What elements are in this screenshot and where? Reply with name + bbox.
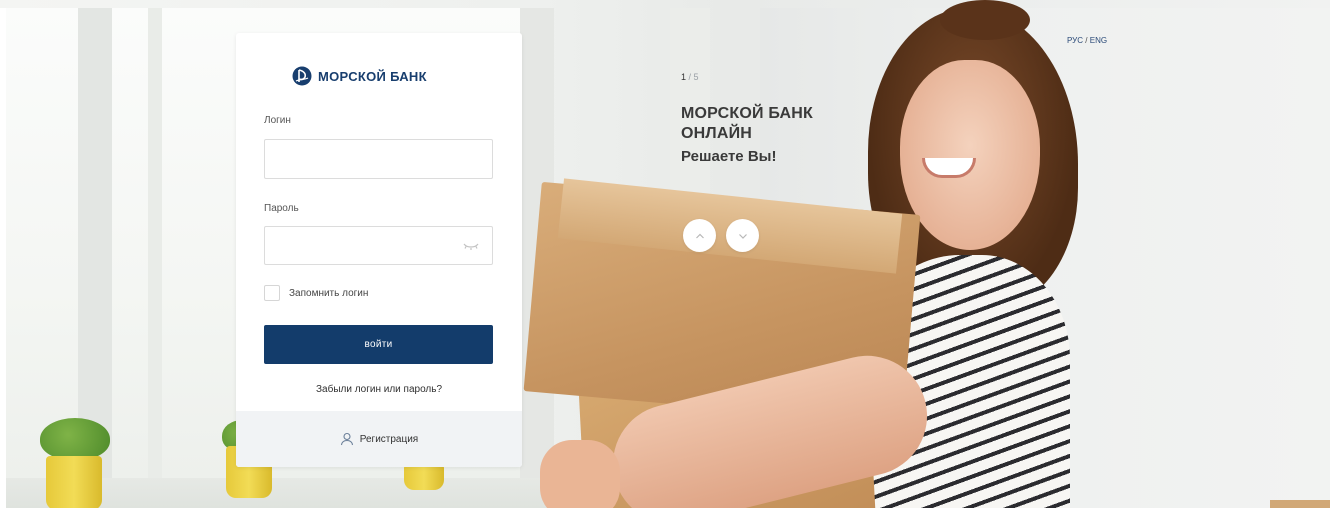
plant-pot: [46, 456, 102, 510]
password-input[interactable]: [264, 226, 493, 265]
window-frame: [78, 8, 112, 478]
remember-label: Запомнить логин: [289, 287, 369, 299]
eye-closed-icon[interactable]: [462, 238, 480, 252]
remember-checkbox[interactable]: [264, 285, 280, 301]
prev-slide-button[interactable]: [683, 219, 716, 252]
next-slide-button[interactable]: [726, 219, 759, 252]
hero-title: МОРСКОЙ БАНК ОНЛАЙН: [681, 105, 813, 142]
chevron-up-icon: [695, 233, 704, 238]
language-switcher: РУС / ENG: [1067, 36, 1107, 45]
lang-ru[interactable]: РУС: [1067, 36, 1083, 45]
window-frame: [148, 8, 162, 478]
login-label: Логин: [264, 115, 291, 126]
plant-pot: [404, 464, 444, 490]
woman-hair-bun: [940, 0, 1030, 40]
login-input[interactable]: [264, 139, 493, 179]
slide-counter: 1 / 5: [681, 72, 699, 82]
remember-login[interactable]: Запомнить логин: [264, 285, 368, 301]
hero-subtitle: Решаете Вы!: [681, 148, 777, 165]
brand-logo[interactable]: МОРСКОЙ БАНК: [292, 66, 427, 86]
plant: [40, 418, 110, 460]
password-label: Пароль: [264, 203, 299, 214]
slide-total: / 5: [688, 72, 699, 82]
lang-separator: /: [1085, 36, 1088, 45]
bank-logo-icon: [292, 66, 312, 86]
page-edge: [0, 8, 6, 508]
forgot-credentials-link[interactable]: Забыли логин или пароль?: [236, 384, 522, 395]
register-footer: Регистрация: [236, 411, 522, 467]
register-link[interactable]: Регистрация: [360, 434, 418, 445]
login-card: МОРСКОЙ БАНК Логин Пароль Запомнить логи…: [236, 33, 522, 467]
brand-name: МОРСКОЙ БАНК: [318, 68, 427, 84]
page-edge: [0, 508, 1330, 523]
user-icon: [340, 432, 353, 446]
login-button[interactable]: войти: [264, 325, 493, 364]
slide-current: 1: [681, 72, 687, 82]
woman-face: [900, 60, 1040, 250]
chevron-down-icon: [738, 233, 747, 239]
background-photo: [0, 0, 1330, 523]
lang-en[interactable]: ENG: [1090, 36, 1107, 45]
